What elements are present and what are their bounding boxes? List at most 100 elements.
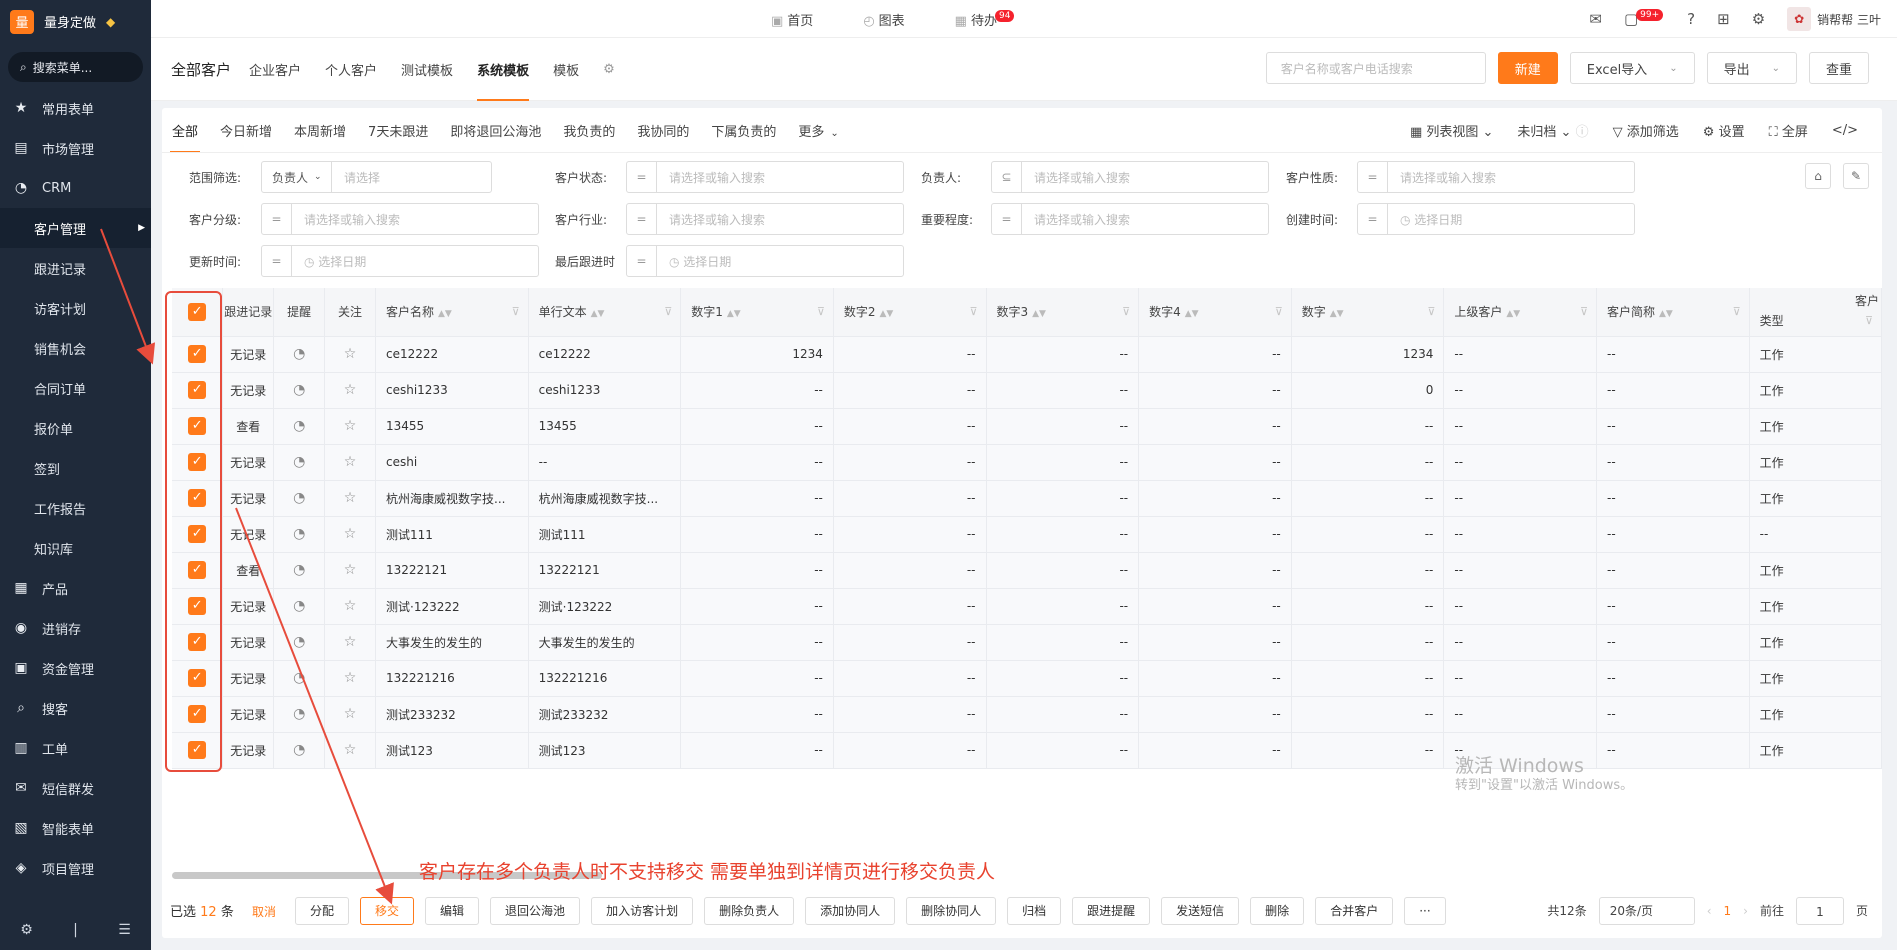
sort-icon[interactable]: ▲▼ [438, 309, 452, 319]
sort-icon[interactable]: ▲▼ [727, 309, 741, 319]
favorite-cell[interactable]: ☆ [324, 696, 376, 733]
next-page-icon[interactable]: › [1743, 904, 1748, 918]
apps-grid-icon[interactable]: ⊞ [1717, 10, 1730, 28]
bulk-action-button[interactable]: 归档 [1007, 896, 1062, 925]
view-tab-6[interactable]: 我协同的 [637, 121, 689, 140]
sidebar-item-items1[interactable]: ▤ 市场管理 [0, 128, 151, 168]
favorite-cell[interactable]: ☆ [324, 732, 376, 769]
favorite-cell[interactable]: ☆ [324, 444, 376, 481]
top-nav-todo[interactable]: ▦ 待办 94 [955, 9, 1017, 29]
created-date-input[interactable]: ◷ 选择日期 [1388, 211, 1462, 228]
customer-search-input[interactable]: 客户名称或客户电话搜索 [1265, 52, 1486, 84]
sidebar-subitem-0[interactable]: 客户管理 ▶ [0, 208, 151, 248]
row-checkbox[interactable]: ✓ [172, 660, 224, 697]
bulk-action-button[interactable]: 退回公海池 [490, 896, 581, 925]
bulk-action-button[interactable]: 添加协同人 [805, 896, 896, 925]
sort-icon[interactable]: ▲▼ [1659, 309, 1673, 319]
table-row[interactable]: ✓ 查看 ◔ ☆ 13455 13455 -- -- -- -- -- -- -- 工作 [172, 408, 1883, 445]
reminder-cell[interactable]: ◔ [273, 408, 326, 445]
reminder-cell[interactable]: ◔ [273, 552, 326, 589]
reminder-cell[interactable]: ◔ [273, 588, 326, 625]
bulk-action-button[interactable]: 加入访客计划 [591, 896, 694, 925]
view-tab-8[interactable]: 更多 ⌄ [798, 121, 838, 140]
bulk-action-button[interactable]: 分配 [295, 896, 350, 925]
sort-icon[interactable]: ▲▼ [591, 309, 605, 319]
bulk-action-button[interactable]: 发送短信 [1161, 896, 1240, 925]
table-row[interactable]: ✓ 无记录 ◔ ☆ 测试233232 测试233232 -- -- -- -- -- -- -- 工作 [172, 696, 1883, 733]
customer-name-link[interactable]: 杭州海康威视数字技... [375, 480, 529, 517]
reminder-cell[interactable]: ◔ [273, 516, 326, 553]
favorite-cell[interactable]: ☆ [324, 372, 376, 409]
column-header[interactable]: 数字1 ▲▼ ⊽ [680, 288, 834, 337]
select-all-checkbox[interactable]: ✓ [172, 288, 224, 337]
tab-settings-icon[interactable]: ⚙ [603, 62, 615, 77]
column-header[interactable]: 客户名称 ▲▼ ⊽ [375, 288, 529, 337]
reminder-cell[interactable]: ◔ [273, 696, 326, 733]
sort-icon[interactable]: ▲▼ [1506, 309, 1520, 319]
column-header[interactable]: 数字 ▲▼ ⊽ [1291, 288, 1445, 337]
follow-record-cell[interactable]: 查看 [222, 552, 275, 589]
industry-input[interactable]: 请选择或输入搜索 [657, 211, 765, 228]
collapse-icon[interactable]: ☰ [118, 922, 131, 938]
favorite-cell[interactable]: ☆ [324, 624, 376, 661]
bulk-action-button[interactable]: 删除协同人 [906, 896, 997, 925]
prev-page-icon[interactable]: ‹ [1707, 904, 1712, 918]
column-filter-icon[interactable]: ⊽ [1275, 305, 1283, 318]
column-header[interactable]: 客户 类型 ⊽ [1749, 288, 1883, 337]
customer-name-link[interactable]: 大事发生的发生的 [375, 624, 529, 661]
row-checkbox[interactable]: ✓ [172, 624, 224, 661]
favorite-cell[interactable]: ☆ [324, 588, 376, 625]
updated-filter[interactable]: = ◷ 选择日期 [261, 245, 539, 277]
app-logo[interactable]: 量 量身定做 ◆ [0, 0, 151, 43]
sidebar-subitem-6[interactable]: 签到 [0, 448, 151, 488]
table-row[interactable]: ✓ 无记录 ◔ ☆ 测试111 测试111 -- -- -- -- -- -- -- -- [172, 516, 1883, 553]
table-row[interactable]: ✓ 无记录 ◔ ☆ ceshi1233 ceshi1233 -- -- -- -- 0 -- -- 工作 [172, 372, 1883, 409]
reminder-cell[interactable]: ◔ [273, 372, 326, 409]
sidebar-item-items2[interactable]: ◔ CRM [0, 168, 151, 208]
archive-select[interactable]: 未归档 ⌄ ⓘ [1517, 121, 1588, 140]
column-filter-icon[interactable]: ⊽ [664, 305, 672, 318]
customer-name-link[interactable]: 132221216 [375, 660, 529, 697]
sort-icon[interactable]: ▲▼ [1330, 309, 1344, 319]
bulk-action-button[interactable]: 删除负责人 [704, 896, 795, 925]
customer-name-link[interactable]: 测试123 [375, 732, 529, 769]
view-tab-4[interactable]: 即将退回公海池 [450, 121, 541, 140]
scope-filter[interactable]: 负责人 ⌄ 请选择 [261, 161, 492, 193]
customer-name-link[interactable]: ceshi1233 [375, 372, 529, 409]
sidebar-item-items23[interactable]: ⌕ 搜客 [0, 688, 151, 728]
top-nav-charts[interactable]: ◴ 图表 [863, 10, 904, 29]
customer-name-link[interactable]: 测试·123222 [375, 588, 529, 625]
sort-icon[interactable]: ▲▼ [1185, 309, 1199, 319]
updated-date-input[interactable]: ◷ 选择日期 [292, 253, 366, 270]
nature-filter[interactable]: = 请选择或输入搜索 [1357, 161, 1635, 193]
user-menu[interactable]: ✿ 销帮帮 三叶 [1787, 7, 1881, 31]
reminder-cell[interactable]: ◔ [273, 444, 326, 481]
owner-filter[interactable]: ⊆ 请选择或输入搜索 [991, 161, 1269, 193]
new-button[interactable]: 新建 [1497, 52, 1558, 84]
reminder-cell[interactable]: ◔ [273, 480, 326, 517]
fullscreen-button[interactable]: ⛶ 全屏 [1769, 121, 1808, 140]
table-row[interactable]: ✓ 无记录 ◔ ☆ 大事发生的发生的 大事发生的发生的 -- -- -- -- -- -- -- 工作 [172, 624, 1883, 661]
customer-name-link[interactable]: 测试111 [375, 516, 529, 553]
sidebar-item-items27[interactable]: ◈ 项目管理 [0, 848, 151, 888]
row-checkbox[interactable]: ✓ [172, 408, 224, 445]
tab-personal[interactable]: 个人客户 [325, 60, 377, 79]
column-filter-icon[interactable]: ⊽ [512, 305, 520, 318]
code-icon[interactable]: </> [1832, 123, 1858, 138]
table-row[interactable]: ✓ 无记录 ◔ ☆ ce12222 ce12222 1234 -- -- -- 1234 -- -- 工作 [172, 336, 1883, 373]
row-checkbox[interactable]: ✓ [172, 516, 224, 553]
sidebar-subitem-4[interactable]: 合同订单 [0, 368, 151, 408]
sidebar-subitem-7[interactable]: 工作报告 [0, 488, 151, 528]
help-icon[interactable]: ? [1687, 10, 1695, 28]
view-tab-7[interactable]: 下属负责的 [711, 121, 776, 140]
dedupe-button[interactable]: 查重 [1808, 52, 1869, 84]
column-header[interactable]: 单行文本 ▲▼ ⊽ [528, 288, 682, 337]
level-filter[interactable]: = 请选择或输入搜索 [261, 203, 539, 235]
sidebar-item-items21[interactable]: ◉ 进销存 [0, 608, 151, 648]
bulk-action-button[interactable]: 删除 [1250, 896, 1305, 925]
sidebar-item-items26[interactable]: ▧ 智能表单 [0, 808, 151, 848]
table-row[interactable]: ✓ 无记录 ◔ ☆ 测试·123222 测试·123222 -- -- -- -- -- -- -- 工作 [172, 588, 1883, 625]
column-filter-icon[interactable]: ⊽ [1122, 305, 1130, 318]
sidebar-item-items22[interactable]: ▣ 资金管理 [0, 648, 151, 688]
current-page[interactable]: 1 [1724, 904, 1732, 918]
